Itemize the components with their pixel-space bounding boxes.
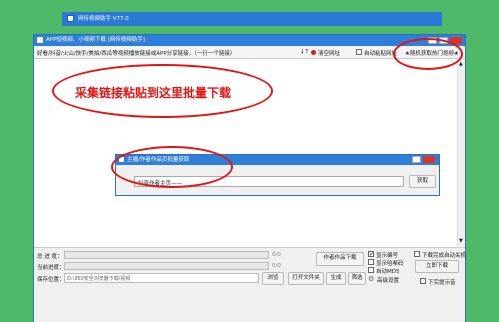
dialog-minimize-button[interactable] xyxy=(412,156,421,163)
annotation-oval-dialog xyxy=(111,146,233,188)
total-progress-value: 0/0 xyxy=(272,252,281,258)
author-works-download-button[interactable]: 作者作品下载 xyxy=(316,252,364,266)
done-sound-label: 下完提示音 xyxy=(428,280,456,286)
dialog-close-button[interactable] xyxy=(423,156,435,163)
show-hash-checkbox[interactable] xyxy=(368,259,374,265)
open-folder-button[interactable]: 打开文件夹 xyxy=(288,272,324,285)
save-path-field[interactable]: D:\360安全浏览器下载\视频 xyxy=(64,273,259,283)
current-progress-label: 当前进度： xyxy=(37,265,65,271)
advanced-settings-link[interactable]: 高级设置 xyxy=(377,276,399,284)
annotation-oval-hot xyxy=(393,38,463,70)
auto-md5-label: 自动MD5 xyxy=(376,269,400,275)
app-icon xyxy=(67,15,74,22)
clear-icon[interactable] xyxy=(311,50,316,55)
total-progress-label: 总 进 度： xyxy=(37,254,63,260)
annotation-text: 采集链接粘贴到这里批量下载 xyxy=(75,86,232,100)
download-now-button[interactable]: 立即下载 xyxy=(415,260,459,273)
url-hint-label: 好看/抖音/火山/快手/美拍/西瓜等视频播放链接或APP分享链接，（一行一个链接… xyxy=(37,51,236,57)
show-hash-label: 显示哈希码 xyxy=(376,261,404,267)
scroll-up-icon[interactable]: ▲ xyxy=(459,61,463,67)
auto-shutdown-label: 下载完成自动关机 xyxy=(422,253,467,259)
main-window-title: APP短视频、小视频下载 [网传视频助手] xyxy=(46,37,145,43)
filter-button[interactable]: 筛选 xyxy=(348,272,366,285)
scroll-down-icon[interactable]: ▼ xyxy=(459,238,463,244)
clear-urls-button[interactable]: 清空网址 xyxy=(318,49,340,57)
current-progress-value: 0/0 xyxy=(272,263,281,269)
show-number-checkbox[interactable] xyxy=(368,251,374,257)
save-location-label: 保存位置： xyxy=(37,277,65,283)
sort-icon[interactable]: ↓↑ xyxy=(300,49,309,55)
background-window-title: 网传视频助手 V77.0 xyxy=(78,16,129,22)
vertical-scrollbar[interactable]: ▲ ▼ xyxy=(457,60,465,246)
bottom-panel: 总 进 度： 0/0 当前进度： 0/0 保存位置： D:\360安全浏览器下载… xyxy=(34,247,467,322)
show-number-label: 显示编号 xyxy=(376,253,399,259)
current-progress-bar xyxy=(64,262,269,270)
app-icon xyxy=(37,37,43,43)
browse-button[interactable]: 浏览 xyxy=(262,272,284,285)
total-progress-bar xyxy=(64,251,269,259)
auto-md5-checkbox[interactable] xyxy=(368,267,374,273)
auto-paste-checkbox[interactable] xyxy=(356,49,362,55)
gear-icon: ⚙ xyxy=(368,275,375,283)
auto-shutdown-checkbox[interactable] xyxy=(414,251,420,257)
fetch-button[interactable]: 获取 xyxy=(409,175,436,188)
generate-button[interactable]: 生成 xyxy=(326,272,346,285)
done-sound-checkbox[interactable] xyxy=(420,278,426,284)
background-window: 网传视频助手 V77.0 xyxy=(62,12,442,26)
